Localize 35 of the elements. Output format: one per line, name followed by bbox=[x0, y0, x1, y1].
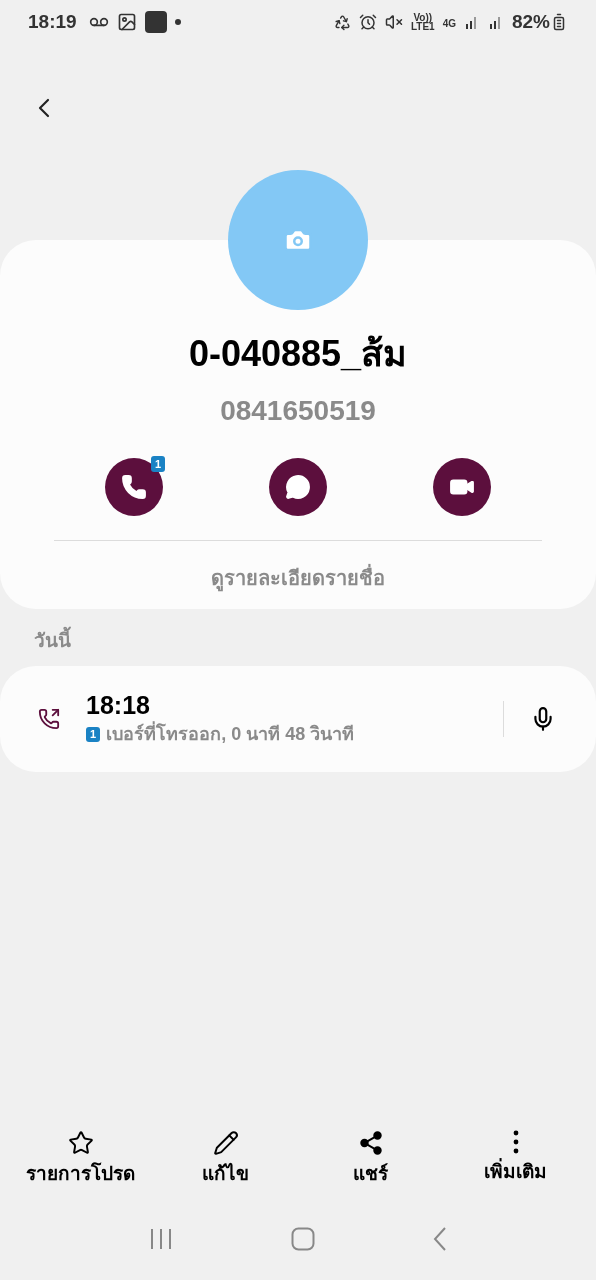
back-nav-button[interactable] bbox=[433, 1227, 447, 1251]
battery-level: 82% bbox=[511, 9, 550, 34]
battery-saver-icon bbox=[333, 13, 351, 31]
bottom-action-button[interactable]: รายการโปรด bbox=[15, 1129, 146, 1188]
call-time: 18:18 bbox=[86, 690, 151, 721]
star-icon bbox=[67, 1129, 94, 1156]
volte-label: Vo)) bbox=[413, 13, 433, 22]
phone-number: 0841650519 bbox=[220, 394, 376, 428]
recent-apps-button[interactable] bbox=[149, 1228, 173, 1250]
outgoing-call-icon bbox=[38, 707, 60, 730]
share-icon bbox=[357, 1129, 384, 1156]
bottom-action-button[interactable]: แก้ไข bbox=[160, 1129, 291, 1188]
network-type-label: 4G bbox=[442, 16, 456, 31]
sim-badge: 1 bbox=[150, 456, 165, 472]
status-time: 18:19 bbox=[28, 9, 77, 34]
lte-label: LTE1 bbox=[410, 22, 435, 31]
home-button[interactable] bbox=[291, 1227, 315, 1251]
pencil-icon bbox=[212, 1129, 239, 1156]
mute-icon bbox=[384, 13, 403, 31]
call-detail: เบอร์ที่โทรออก, 0 นาที 48 วินาที bbox=[106, 721, 355, 748]
alarm-icon bbox=[358, 13, 377, 31]
bottom-action-button[interactable]: เพิ่มเติม bbox=[450, 1129, 581, 1188]
sim-badge: 1 bbox=[86, 727, 101, 742]
message-button[interactable] bbox=[269, 458, 327, 516]
image-icon bbox=[116, 12, 137, 32]
contact-name: 0-040885_ส้ม bbox=[188, 332, 408, 376]
app-notification-icon bbox=[144, 11, 167, 33]
section-header: วันนี้ bbox=[34, 627, 71, 656]
phone-icon bbox=[121, 474, 147, 500]
call-button[interactable]: 1 bbox=[105, 458, 163, 516]
video-call-button[interactable] bbox=[433, 458, 491, 516]
chat-bubble-icon bbox=[285, 474, 311, 500]
more-icon bbox=[512, 1129, 519, 1154]
call-log-item[interactable]: 18:18 1 เบอร์ที่โทรออก, 0 นาที 48 วินาที bbox=[0, 665, 596, 772]
bottom-action-button[interactable]: แชร์ bbox=[305, 1129, 436, 1188]
